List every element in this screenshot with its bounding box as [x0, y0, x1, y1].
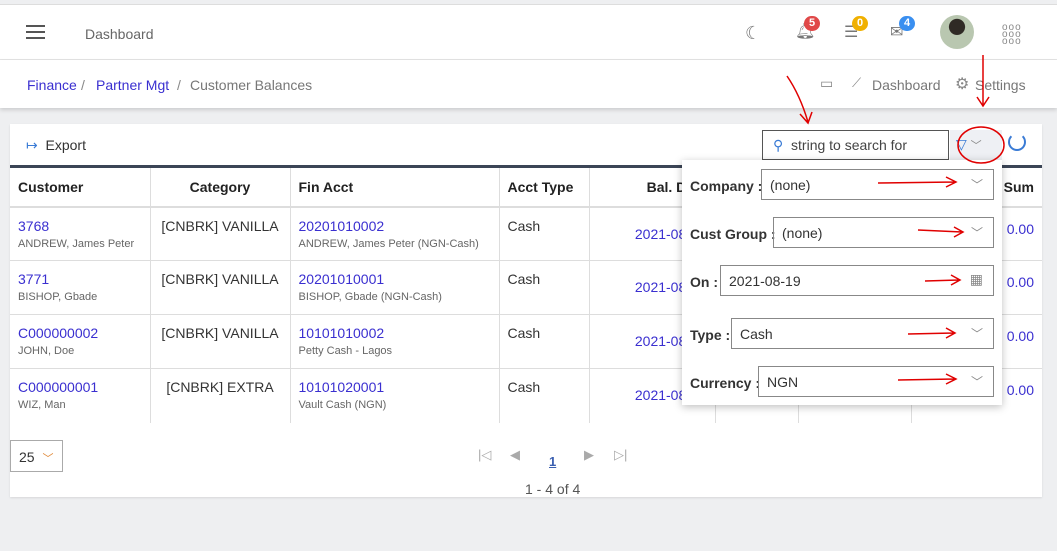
annotation-circle: [957, 126, 1005, 164]
annotation-arrow: [976, 55, 990, 108]
annotation-arrow: [786, 75, 813, 125]
annotation-arrow: [877, 176, 958, 188]
annotation-overlay: [786, 55, 1005, 385]
annotation-arrow: [907, 327, 957, 339]
annotation-arrow: [897, 373, 958, 385]
annotation-arrow: [917, 226, 965, 238]
annotation-arrow: [924, 274, 962, 286]
